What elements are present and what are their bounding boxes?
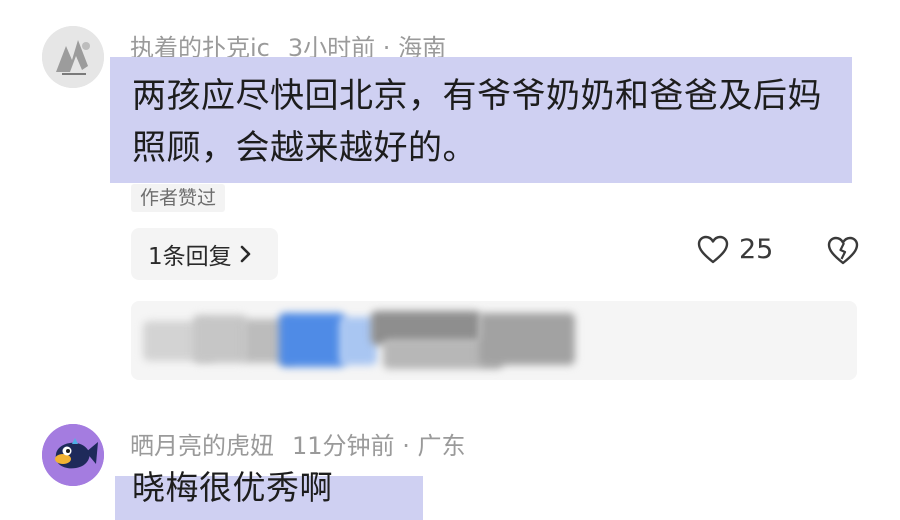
redaction-smudge	[279, 313, 345, 367]
comment-text: 晓梅很优秀啊	[132, 468, 333, 507]
author-liked-badge: 作者赞过	[131, 184, 226, 212]
reply-count-label: 1条回复	[148, 244, 232, 270]
dislike-button[interactable]	[827, 236, 859, 270]
heart-outline-icon	[697, 235, 729, 263]
like-button[interactable]: 25	[697, 234, 773, 265]
username[interactable]: 晒月亮的虎妞	[130, 432, 274, 460]
redaction-smudge	[479, 313, 575, 365]
chevron-right-icon	[240, 245, 250, 263]
avatar[interactable]	[42, 424, 104, 486]
avatar[interactable]	[42, 26, 104, 88]
redaction-smudge	[193, 315, 247, 363]
comment-meta: 晒月亮的虎妞 11分钟前 · 广东	[130, 426, 465, 461]
avatar-image	[42, 26, 104, 88]
comment-location: 广东	[417, 432, 466, 460]
meta-separator: ·	[402, 432, 410, 460]
broken-heart-icon	[827, 236, 859, 265]
redacted-reply-preview[interactable]	[131, 301, 857, 380]
comment-text: 两孩应尽快回北京，有爷爷奶奶和爸爸及后妈照顾，会越来越好的。	[132, 76, 822, 168]
fish-avatar-icon	[42, 424, 104, 486]
comment-time: 11分钟前	[292, 432, 395, 460]
like-count: 25	[739, 234, 774, 265]
view-replies-button[interactable]: 1条回复	[131, 228, 278, 280]
